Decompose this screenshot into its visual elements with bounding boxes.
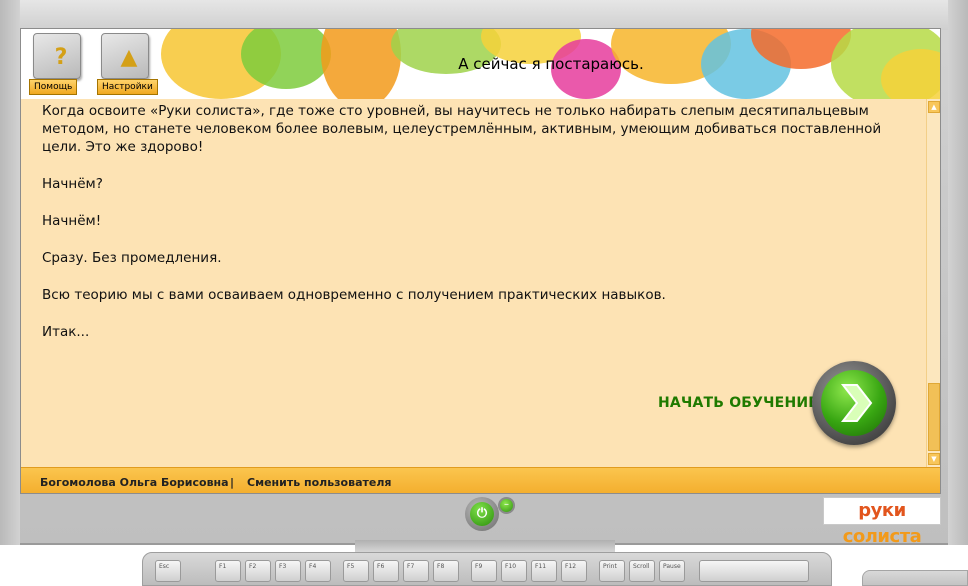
- key: [699, 560, 809, 582]
- paragraph: Начнём?: [42, 176, 103, 192]
- logo-part-2: солиста: [842, 526, 922, 547]
- page-title: А сейчас я постараюсь.: [458, 55, 644, 73]
- key: F6: [373, 560, 399, 582]
- bezel-left: [0, 0, 20, 545]
- help-book-icon: ?: [54, 45, 68, 70]
- arrow-right-icon: [840, 384, 873, 422]
- help-button[interactable]: ? Помощь: [29, 31, 87, 95]
- power-button[interactable]: ⏻: [465, 497, 499, 531]
- help-button-face: ?: [33, 33, 81, 79]
- bezel-right: [948, 0, 968, 545]
- key: Scroll: [629, 560, 655, 582]
- paragraph: Начнём!: [42, 213, 102, 229]
- key: F5: [343, 560, 369, 582]
- keyboard-graphic-right: [862, 570, 968, 586]
- header-banner: А сейчас я постараюсь. ? Помощь ▲ Настро…: [21, 29, 940, 99]
- settings-button-face: ▲: [101, 33, 149, 79]
- key: Esc: [155, 560, 181, 582]
- paragraph: Всю теорию мы с вами осваиваем одновреме…: [42, 287, 666, 303]
- key: F9: [471, 560, 497, 582]
- scroll-up-icon[interactable]: ▲: [928, 101, 940, 113]
- key: Pause: [659, 560, 685, 582]
- status-bar: Богомолова Ольга Борисовна | Сменить пол…: [21, 467, 940, 493]
- app-screen: А сейчас я постараюсь. ? Помощь ▲ Настро…: [20, 28, 941, 494]
- logo-part-1: руки: [858, 500, 906, 521]
- metronome-icon: ▲: [120, 45, 138, 70]
- key: F11: [531, 560, 557, 582]
- minus-icon: –: [504, 499, 509, 510]
- key: F4: [305, 560, 331, 582]
- key: F12: [561, 560, 587, 582]
- key: F2: [245, 560, 271, 582]
- key: F8: [433, 560, 459, 582]
- key: F1: [215, 560, 241, 582]
- switch-user-link[interactable]: Сменить пользователя: [247, 476, 391, 489]
- key: F10: [501, 560, 527, 582]
- settings-button[interactable]: ▲ Настройки: [97, 31, 158, 95]
- scroll-down-icon[interactable]: ▼: [928, 453, 940, 465]
- lesson-text: Когда освоите «Руки солиста», где тоже с…: [42, 102, 922, 360]
- user-name: Богомолова Ольга Борисовна: [40, 476, 229, 489]
- paint-blob: [321, 29, 401, 99]
- key: F3: [275, 560, 301, 582]
- key: Print: [599, 560, 625, 582]
- start-learning-label[interactable]: НАЧАТЬ ОБУЧЕНИЕ: [658, 395, 818, 411]
- start-learning-button[interactable]: [812, 361, 896, 445]
- monitor-stand: [355, 540, 615, 552]
- keyboard-graphic: Esc F1 F2 F3 F4 F5 F6 F7 F8 F9 F10 F11 F…: [142, 552, 832, 586]
- start-button-face: [821, 370, 887, 436]
- key: F7: [403, 560, 429, 582]
- vertical-scrollbar[interactable]: ▲ ▼: [926, 99, 940, 467]
- paragraph: Сразу. Без промедления.: [42, 250, 222, 266]
- minimize-button[interactable]: –: [498, 497, 515, 514]
- scroll-thumb[interactable]: [928, 383, 940, 451]
- paragraph: Когда освоите «Руки солиста», где тоже с…: [42, 103, 882, 155]
- power-icon: ⏻: [470, 502, 494, 526]
- brand-logo: руки солиста: [823, 497, 941, 547]
- bezel-top: [0, 0, 968, 30]
- status-separator: |: [230, 476, 235, 489]
- help-label: Помощь: [29, 79, 78, 95]
- lesson-content: Когда освоите «Руки солиста», где тоже с…: [21, 99, 940, 467]
- paragraph: Итак...: [42, 324, 90, 340]
- settings-label: Настройки: [97, 79, 158, 95]
